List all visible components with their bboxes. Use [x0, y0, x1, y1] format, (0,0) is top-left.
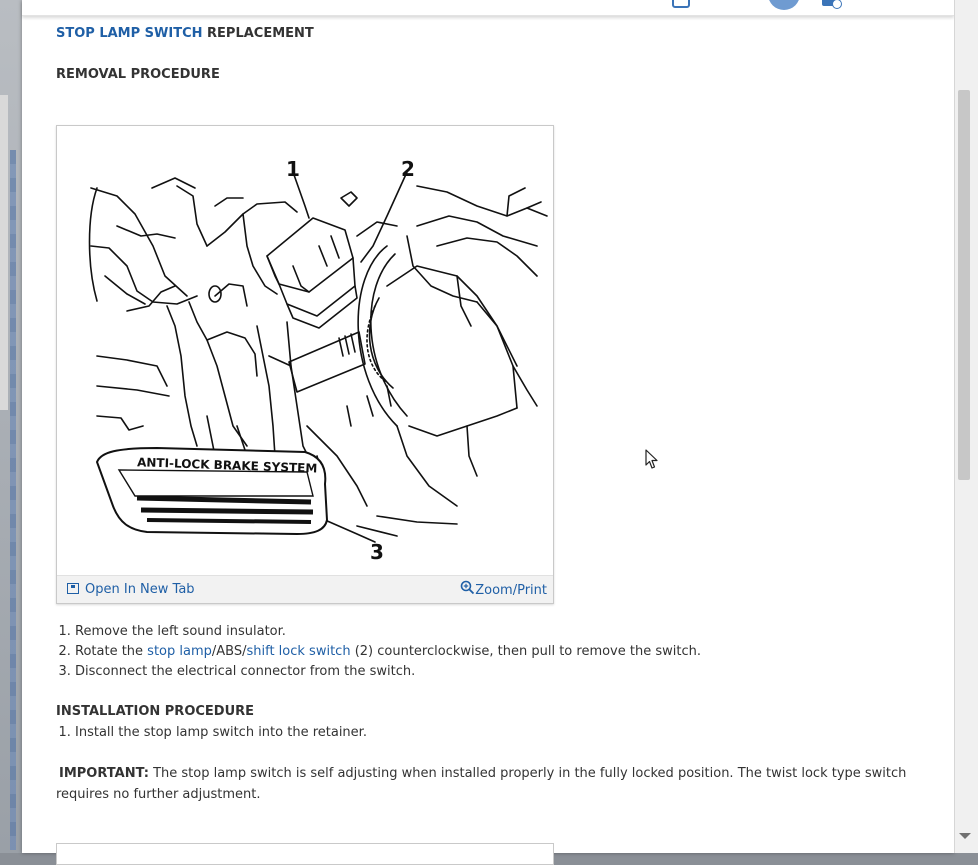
background-window-edge: [10, 150, 16, 850]
shift-lock-switch-link[interactable]: shift lock switch: [246, 644, 350, 659]
important-label: IMPORTANT:: [59, 766, 149, 781]
install-step-1: Install the stop lamp switch into the re…: [75, 723, 367, 743]
step2-pre: Rotate the: [75, 644, 148, 659]
removal-step-2: Rotate the stop lamp/ABS/shift lock swit…: [75, 642, 701, 662]
next-figure-frame: [56, 843, 554, 865]
callout-2: 2: [401, 157, 415, 181]
document-panel: STOP LAMP SWITCH REPLACEMENT REMOVAL PRO…: [22, 0, 954, 865]
zoom-print-label: Zoom/Print: [475, 583, 547, 598]
title-rest: REPLACEMENT: [207, 26, 314, 41]
removal-heading: REMOVAL PROCEDURE: [56, 67, 220, 82]
removal-steps: Remove the left sound insulator. Rotate …: [56, 622, 701, 682]
figure-frame: ANTI-LOCK BRAKE SYSTEM 1 2 3 Open In New…: [56, 125, 554, 604]
background-window-strip: [0, 0, 22, 853]
open-in-new-tab-link[interactable]: Open In New Tab: [67, 582, 195, 597]
open-tab-icon: [67, 583, 79, 594]
important-text: The stop lamp switch is self adjusting w…: [56, 766, 907, 802]
callout-3: 3: [370, 540, 384, 564]
step2-mid: /ABS/: [211, 644, 247, 659]
removal-step-1: Remove the left sound insulator.: [75, 622, 701, 642]
open-in-new-tab-label: Open In New Tab: [85, 582, 195, 597]
scroll-down-arrow-icon[interactable]: [959, 833, 971, 839]
figure-footer: Open In New Tab Zoom/Print: [57, 575, 553, 603]
top-toolbar: [22, 0, 954, 16]
chat-icon[interactable]: [672, 0, 690, 8]
installation-heading: INSTALLATION PROCEDURE: [56, 704, 255, 719]
installation-steps: Install the stop lamp switch into the re…: [56, 723, 367, 743]
zoom-print-link[interactable]: Zoom/Print: [460, 580, 547, 598]
step2-post: (2) counterclockwise, then pull to remov…: [350, 644, 701, 659]
zoom-icon: [460, 580, 475, 595]
mouse-cursor-icon: [645, 449, 658, 469]
avatar[interactable]: [768, 0, 800, 10]
important-note: IMPORTANT: The stop lamp switch is self …: [56, 763, 936, 805]
title-link[interactable]: STOP LAMP SWITCH: [56, 26, 203, 41]
removal-step-3: Disconnect the electrical connector from…: [75, 662, 701, 682]
page-title: STOP LAMP SWITCH REPLACEMENT: [56, 26, 314, 41]
background-window-chrome: [0, 95, 8, 410]
calendar-add-badge: [832, 0, 842, 9]
scrollbar-thumb[interactable]: [958, 90, 970, 480]
stop-lamp-switch-diagram: ANTI-LOCK BRAKE SYSTEM 1 2 3: [88, 157, 548, 564]
callout-1: 1: [286, 157, 300, 181]
stop-lamp-link[interactable]: stop lamp: [147, 644, 212, 659]
